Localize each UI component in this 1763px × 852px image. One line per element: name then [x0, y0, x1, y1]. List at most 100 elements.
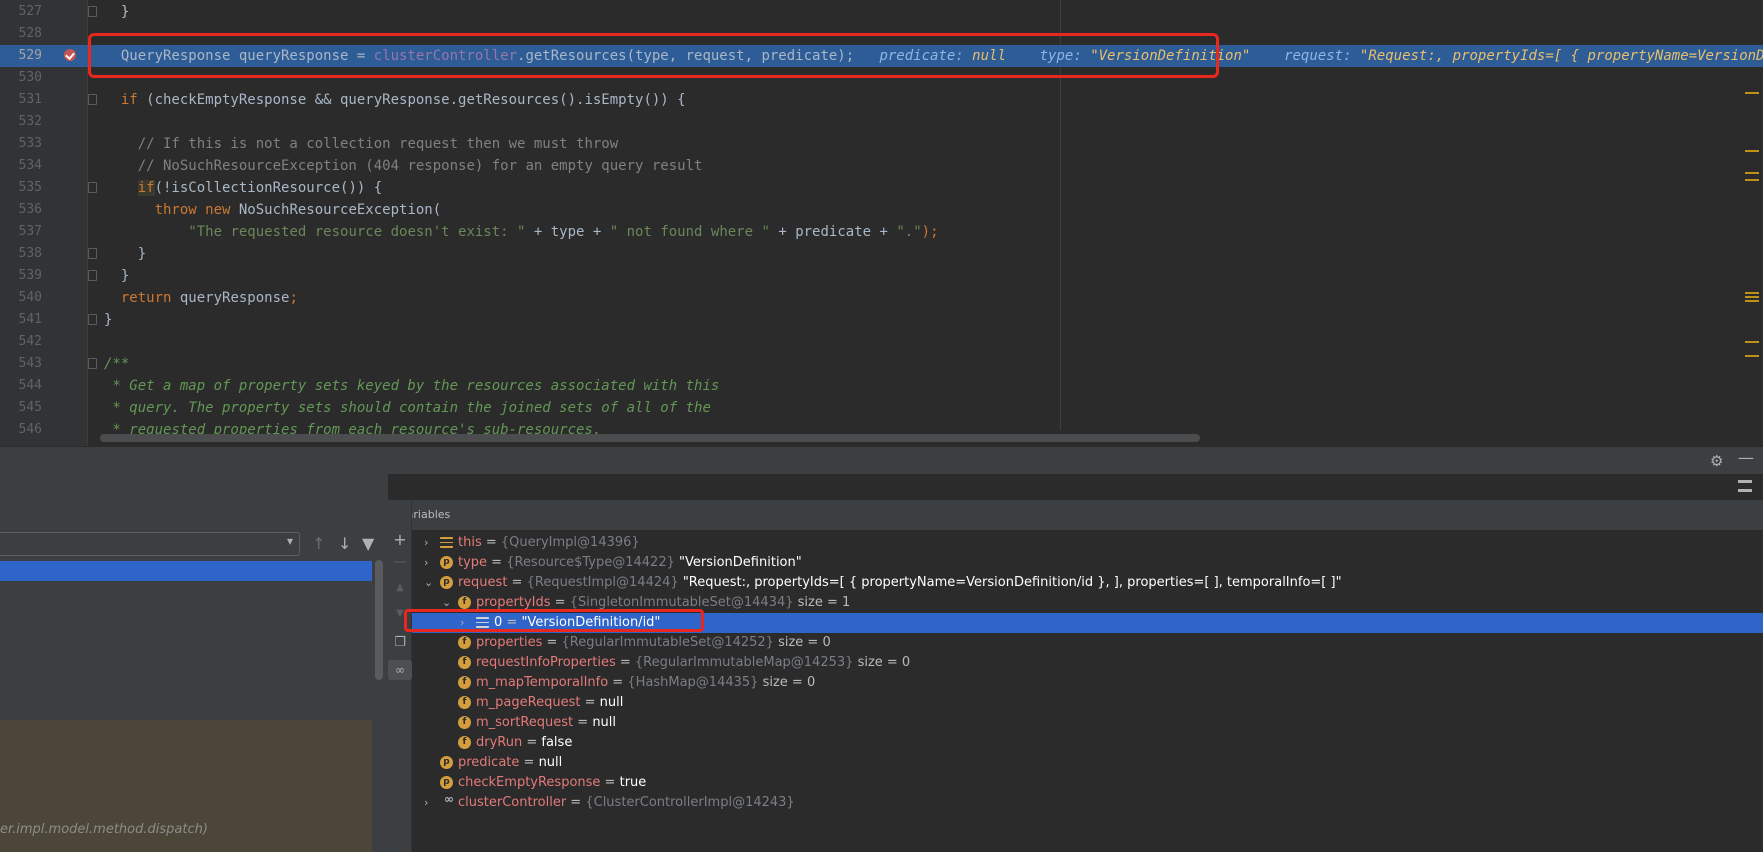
- line-number[interactable]: 534: [0, 155, 42, 177]
- expand-icon[interactable]: ›: [424, 553, 428, 573]
- line-number[interactable]: 546: [0, 419, 42, 441]
- thread-selector[interactable]: ▾: [0, 532, 300, 556]
- fold-marker-icon[interactable]: [88, 182, 97, 193]
- variable-row-this[interactable]: › this = {QueryImpl@14396}: [412, 533, 1763, 553]
- code-line[interactable]: 538 }: [0, 243, 1763, 265]
- code-line[interactable]: 532: [0, 111, 1763, 133]
- code-line[interactable]: 537 "The requested resource doesn't exis…: [0, 221, 1763, 243]
- variable-row-dryRun[interactable]: f dryRun = false: [412, 733, 1763, 753]
- code-line[interactable]: 540 return queryResponse;: [0, 287, 1763, 309]
- parameter-icon: p: [440, 776, 453, 789]
- code-line[interactable]: 543 /**: [0, 353, 1763, 375]
- error-stripe-mark[interactable]: [1745, 292, 1759, 294]
- expand-icon[interactable]: ›: [424, 793, 428, 813]
- code-line[interactable]: 544 * Get a map of property sets keyed b…: [0, 375, 1763, 397]
- variable-row-properties[interactable]: f properties = {RegularImmutableSet@14252…: [412, 633, 1763, 653]
- code-line[interactable]: 539 }: [0, 265, 1763, 287]
- line-number[interactable]: 530: [0, 67, 42, 89]
- editor-horizontal-scrollbar[interactable]: [100, 434, 1200, 442]
- line-number[interactable]: 545: [0, 397, 42, 419]
- variable-row-m_sortRequest[interactable]: f m_sortRequest = null: [412, 713, 1763, 733]
- line-number[interactable]: 535: [0, 177, 42, 199]
- code-text: return queryResponse;: [120, 290, 298, 306]
- move-down-icon[interactable]: ↓: [338, 534, 351, 553]
- code-line[interactable]: 545 * query. The property sets should co…: [0, 397, 1763, 419]
- frames-scrollbar[interactable]: [375, 560, 383, 680]
- breakpoint-icon[interactable]: [64, 49, 76, 61]
- variable-text: checkEmptyResponse = true: [458, 775, 647, 790]
- minimize-icon[interactable]: —: [1738, 448, 1754, 467]
- line-number[interactable]: 533: [0, 133, 42, 155]
- move-up-icon[interactable]: ↑: [312, 534, 325, 553]
- code-text: }: [104, 268, 130, 284]
- variable-row-m_mapTemporalInfo[interactable]: f m_mapTemporalInfo = {HashMap@14435} siz…: [412, 673, 1763, 693]
- copy-icon[interactable]: ❐: [388, 635, 412, 650]
- variable-row-clusterController[interactable]: › ∞ clusterController = {ClusterController…: [412, 793, 1763, 813]
- line-number[interactable]: 538: [0, 243, 42, 265]
- code-line[interactable]: 527 }: [0, 1, 1763, 23]
- line-number[interactable]: 540: [0, 287, 42, 309]
- error-stripe-mark[interactable]: [1745, 179, 1759, 181]
- code-editor[interactable]: 527 } 528 529 QueryResponse queryResponse …: [0, 0, 1763, 446]
- variable-row-predicate[interactable]: p predicate = null: [412, 753, 1763, 773]
- error-stripe-mark[interactable]: [1745, 172, 1759, 174]
- move-up-icon[interactable]: ▲: [388, 582, 412, 593]
- remove-watch-icon[interactable]: —: [388, 554, 412, 570]
- add-watch-icon[interactable]: +: [388, 530, 412, 549]
- error-stripe-mark[interactable]: [1745, 150, 1759, 152]
- parameter-icon: p: [440, 576, 453, 589]
- parameter-icon: p: [440, 556, 453, 569]
- watch-icon: ∞: [444, 792, 454, 806]
- code-text: throw new NoSuchResourceException(: [154, 202, 442, 218]
- code-text: /**: [104, 356, 130, 372]
- code-text: }: [104, 246, 147, 262]
- fold-marker-icon[interactable]: [88, 6, 97, 17]
- error-stripe-mark[interactable]: [1745, 296, 1759, 298]
- variable-row-requestInfoProperties[interactable]: f requestInfoProperties = {RegularImmutab…: [412, 653, 1763, 673]
- code-line[interactable]: 533 // If this is not a collection reque…: [0, 133, 1763, 155]
- code-line[interactable]: 542: [0, 331, 1763, 353]
- line-number[interactable]: 543: [0, 353, 42, 375]
- code-text: // NoSuchResourceException (404 response…: [137, 158, 703, 174]
- line-number[interactable]: 544: [0, 375, 42, 397]
- field-icon: f: [458, 716, 471, 729]
- filter-icon[interactable]: ▼: [362, 534, 374, 553]
- error-stripe-mark[interactable]: [1745, 92, 1759, 94]
- error-stripe-mark[interactable]: [1745, 300, 1759, 302]
- collapse-icon[interactable]: ⌄: [424, 573, 433, 593]
- selected-stack-frame[interactable]: [0, 561, 372, 581]
- stack-frame-label[interactable]: er.impl.model.method.dispatch): [0, 822, 208, 837]
- variable-row-type[interactable]: › p type = {Resource$Type@14422} "VersionD…: [412, 553, 1763, 573]
- line-number[interactable]: 527: [0, 1, 42, 23]
- line-number[interactable]: 537: [0, 221, 42, 243]
- error-stripe-mark[interactable]: [1745, 355, 1759, 357]
- variable-row-m_pageRequest[interactable]: f m_pageRequest = null: [412, 693, 1763, 713]
- expand-icon[interactable]: ›: [424, 533, 428, 553]
- line-number[interactable]: 529: [0, 45, 42, 67]
- line-number[interactable]: 536: [0, 199, 42, 221]
- fold-marker-icon[interactable]: [88, 94, 97, 105]
- glasses-icon[interactable]: ∞: [388, 660, 412, 680]
- object-icon: [440, 537, 453, 548]
- error-stripe-mark[interactable]: [1745, 341, 1759, 343]
- fold-marker-icon[interactable]: [88, 314, 97, 325]
- fold-marker-icon[interactable]: [88, 270, 97, 281]
- line-number[interactable]: 542: [0, 331, 42, 353]
- code-line[interactable]: 536 throw new NoSuchResourceException(: [0, 199, 1763, 221]
- fold-marker-icon[interactable]: [88, 248, 97, 259]
- variable-row-checkEmptyResponse[interactable]: p checkEmptyResponse = true: [412, 773, 1763, 793]
- variables-header: Variables: [388, 500, 1763, 530]
- code-line[interactable]: 534 // NoSuchResourceException (404 resp…: [0, 155, 1763, 177]
- variable-row-request[interactable]: ⌄ p request = {RequestImpl@14424} "Request…: [412, 573, 1763, 593]
- code-line[interactable]: 541}: [0, 309, 1763, 331]
- line-number[interactable]: 528: [0, 23, 42, 45]
- line-number[interactable]: 531: [0, 89, 42, 111]
- gear-icon[interactable]: ⚙: [1710, 452, 1723, 470]
- layout-icon[interactable]: [1738, 480, 1752, 492]
- fold-marker-icon[interactable]: [88, 358, 97, 369]
- code-line[interactable]: 531 if (checkEmptyResponse && queryRespo…: [0, 89, 1763, 111]
- code-line[interactable]: 535 if(!isCollectionResource()) {: [0, 177, 1763, 199]
- line-number[interactable]: 539: [0, 265, 42, 287]
- line-number[interactable]: 532: [0, 111, 42, 133]
- line-number[interactable]: 541: [0, 309, 42, 331]
